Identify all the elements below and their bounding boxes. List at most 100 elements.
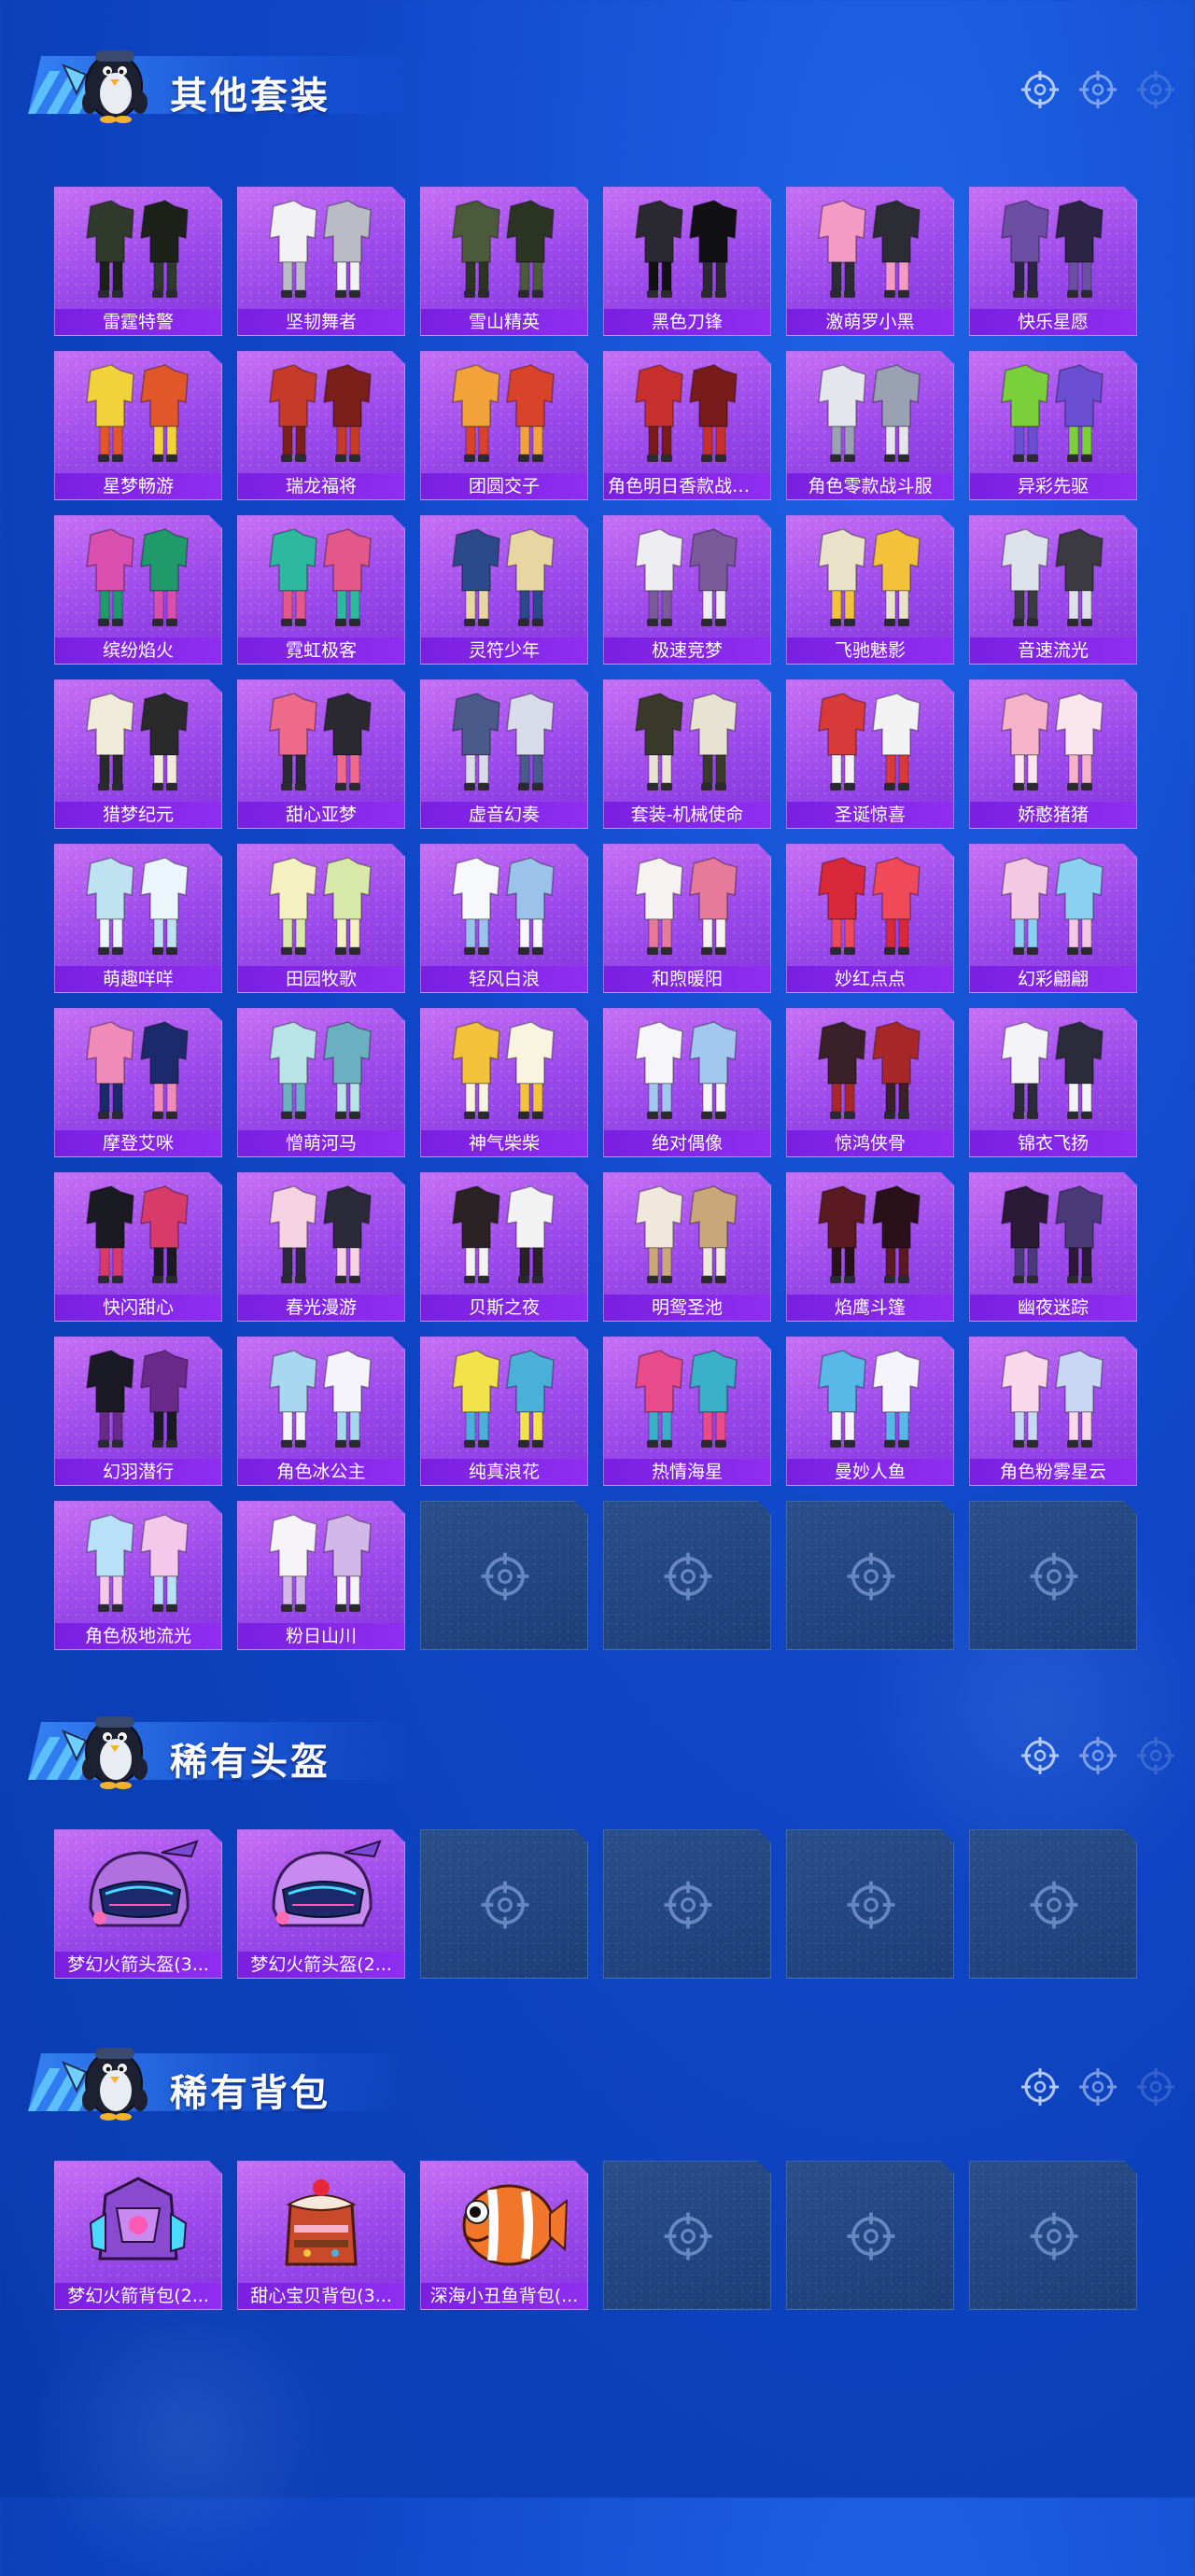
outfit-name-label: 团圆交子 [421, 473, 587, 499]
outfit-card[interactable]: 瑞龙福将 [237, 351, 405, 500]
outfit-card[interactable]: 幻羽潜行 [54, 1337, 222, 1486]
outfit-card[interactable]: 极速竞梦 [603, 515, 771, 665]
outfit-name-label: 套装-机械使命 [604, 802, 770, 828]
outfit-card[interactable]: 甜心亚梦 [237, 679, 405, 829]
helmet-card[interactable]: 梦幻火箭头盔(3... [54, 1829, 222, 1979]
outfit-card[interactable]: 贝斯之夜 [420, 1172, 588, 1322]
outfit-card[interactable]: 音速流光 [969, 515, 1137, 665]
outfit-card[interactable]: 虚音幻奏 [420, 679, 588, 829]
outfit-card[interactable]: 幻彩翩翩 [969, 844, 1137, 993]
outfit-image [970, 848, 1136, 964]
outfit-card[interactable]: 惊鸿侠骨 [786, 1008, 954, 1157]
backpack-card[interactable]: 甜心宝贝背包(3... [237, 2161, 405, 2310]
penguin-mascot-icon [58, 28, 161, 131]
outfit-card[interactable]: 角色零款战斗服 [786, 351, 954, 500]
backpack-name-label: 甜心宝贝背包(3... [238, 2283, 404, 2309]
outfit-image [55, 848, 221, 964]
helmet-card[interactable]: 梦幻火箭头盔(2... [237, 1829, 405, 1979]
outfit-image [421, 520, 587, 636]
outfit-card[interactable]: 套装-机械使命 [603, 679, 771, 829]
outfit-name-label: 萌趣咩咩 [55, 966, 221, 992]
outfit-image [604, 191, 770, 307]
outfit-name-label: 幽夜迷踪 [970, 1295, 1136, 1321]
outfit-card[interactable]: 娇憨猪猪 [969, 679, 1137, 829]
section-rare-helmets: 稀有头盔 梦幻火箭头盔(3... 梦幻火箭头盔(2... [0, 1694, 1195, 1778]
outfit-card[interactable]: 激萌罗小黑 [786, 187, 954, 336]
section-title: 其他套装 [170, 75, 330, 118]
outfit-card[interactable]: 星梦畅游 [54, 351, 222, 500]
crosshair-reticle-icon [1077, 1735, 1118, 1776]
outfit-card[interactable]: 纯真浪花 [420, 1337, 588, 1486]
outfit-card[interactable]: 快乐星愿 [969, 187, 1137, 336]
outfit-image [238, 1177, 404, 1293]
outfit-card[interactable]: 明鸳圣池 [603, 1172, 771, 1322]
item-grid: 梦幻火箭背包(2... 甜心宝贝背包(3... 深海小丑鱼背包(... [54, 2161, 1137, 2310]
outfit-card[interactable]: 异彩先驱 [969, 351, 1137, 500]
outfit-card[interactable]: 萌趣咩咩 [54, 844, 222, 993]
outfit-card[interactable]: 憎萌河马 [237, 1008, 405, 1157]
outfit-name-label: 轻风白浪 [421, 966, 587, 992]
outfit-image [55, 191, 221, 307]
outfit-card[interactable]: 热情海星 [603, 1337, 771, 1486]
backpack-card[interactable]: 深海小丑鱼背包(... [420, 2161, 588, 2310]
outfit-name-label: 星梦畅游 [55, 473, 221, 499]
outfit-card[interactable]: 摩登艾咪 [54, 1008, 222, 1157]
outfit-card[interactable]: 灵符少年 [420, 515, 588, 665]
outfit-card[interactable]: 神气柴柴 [420, 1008, 588, 1157]
outfit-name-label: 极速竞梦 [604, 637, 770, 664]
backpack-card[interactable]: 梦幻火箭背包(2... [54, 2161, 222, 2310]
outfit-card[interactable]: 绝对偶像 [603, 1008, 771, 1157]
backpack-image [238, 2165, 404, 2281]
outfit-card[interactable]: 团圆交子 [420, 351, 588, 500]
outfit-image [421, 684, 587, 800]
outfit-card[interactable]: 田园牧歌 [237, 844, 405, 993]
outfit-name-label: 霓虹极客 [238, 637, 404, 664]
outfit-card[interactable]: 焰鹰斗篷 [786, 1172, 954, 1322]
outfit-image [421, 848, 587, 964]
outfit-card[interactable]: 春光漫游 [237, 1172, 405, 1322]
outfit-card[interactable]: 雪山精英 [420, 187, 588, 336]
outfit-card[interactable]: 和煦暖阳 [603, 844, 771, 993]
backpack-image [55, 2165, 221, 2281]
outfit-card[interactable]: 猎梦纪元 [54, 679, 222, 829]
outfit-card[interactable]: 飞驰魅影 [786, 515, 954, 665]
empty-slot [603, 1501, 771, 1650]
item-grid: 梦幻火箭头盔(3... 梦幻火箭头盔(2... [54, 1829, 1137, 1979]
crosshair-reticle-icon [1077, 69, 1118, 110]
outfit-name-label: 粉日山川 [238, 1623, 404, 1649]
outfit-name-label: 贝斯之夜 [421, 1295, 587, 1321]
outfit-card[interactable]: 轻风白浪 [420, 844, 588, 993]
outfit-name-label: 明鸳圣池 [604, 1295, 770, 1321]
outfit-image [55, 1177, 221, 1293]
empty-slot [786, 1829, 954, 1979]
outfit-name-label: 憎萌河马 [238, 1130, 404, 1156]
outfit-name-label: 激萌罗小黑 [787, 309, 953, 335]
outfit-image [604, 1177, 770, 1293]
outfit-image [604, 1013, 770, 1128]
outfit-name-label: 曼妙人鱼 [787, 1459, 953, 1485]
outfit-card[interactable]: 雷霆特警 [54, 187, 222, 336]
crosshair-reticle-icon [1019, 1735, 1061, 1776]
outfit-card[interactable]: 角色极地流光 [54, 1501, 222, 1650]
outfit-card[interactable]: 快闪甜心 [54, 1172, 222, 1322]
outfit-name-label: 圣诞惊喜 [787, 802, 953, 828]
outfit-card[interactable]: 圣诞惊喜 [786, 679, 954, 829]
outfit-card[interactable]: 粉日山川 [237, 1501, 405, 1650]
outfit-image [238, 520, 404, 636]
outfit-card[interactable]: 角色冰公主 [237, 1337, 405, 1486]
outfit-name-label: 锦衣飞扬 [970, 1130, 1136, 1156]
outfit-card[interactable]: 曼妙人鱼 [786, 1337, 954, 1486]
empty-slot [420, 1829, 588, 1979]
outfit-card[interactable]: 黑色刀锋 [603, 187, 771, 336]
outfit-name-label: 快闪甜心 [55, 1295, 221, 1321]
outfit-card[interactable]: 幽夜迷踪 [969, 1172, 1137, 1322]
outfit-card[interactable]: 坚韧舞者 [237, 187, 405, 336]
outfit-card[interactable]: 霓虹极客 [237, 515, 405, 665]
outfit-name-label: 角色极地流光 [55, 1623, 221, 1649]
outfit-card[interactable]: 锦衣飞扬 [969, 1008, 1137, 1157]
outfit-card[interactable]: 角色明日香款战斗... [603, 351, 771, 500]
outfit-card[interactable]: 妙红点点 [786, 844, 954, 993]
outfit-card[interactable]: 缤纷焰火 [54, 515, 222, 665]
outfit-name-label: 焰鹰斗篷 [787, 1295, 953, 1321]
outfit-card[interactable]: 角色粉雾星云 [969, 1337, 1137, 1486]
